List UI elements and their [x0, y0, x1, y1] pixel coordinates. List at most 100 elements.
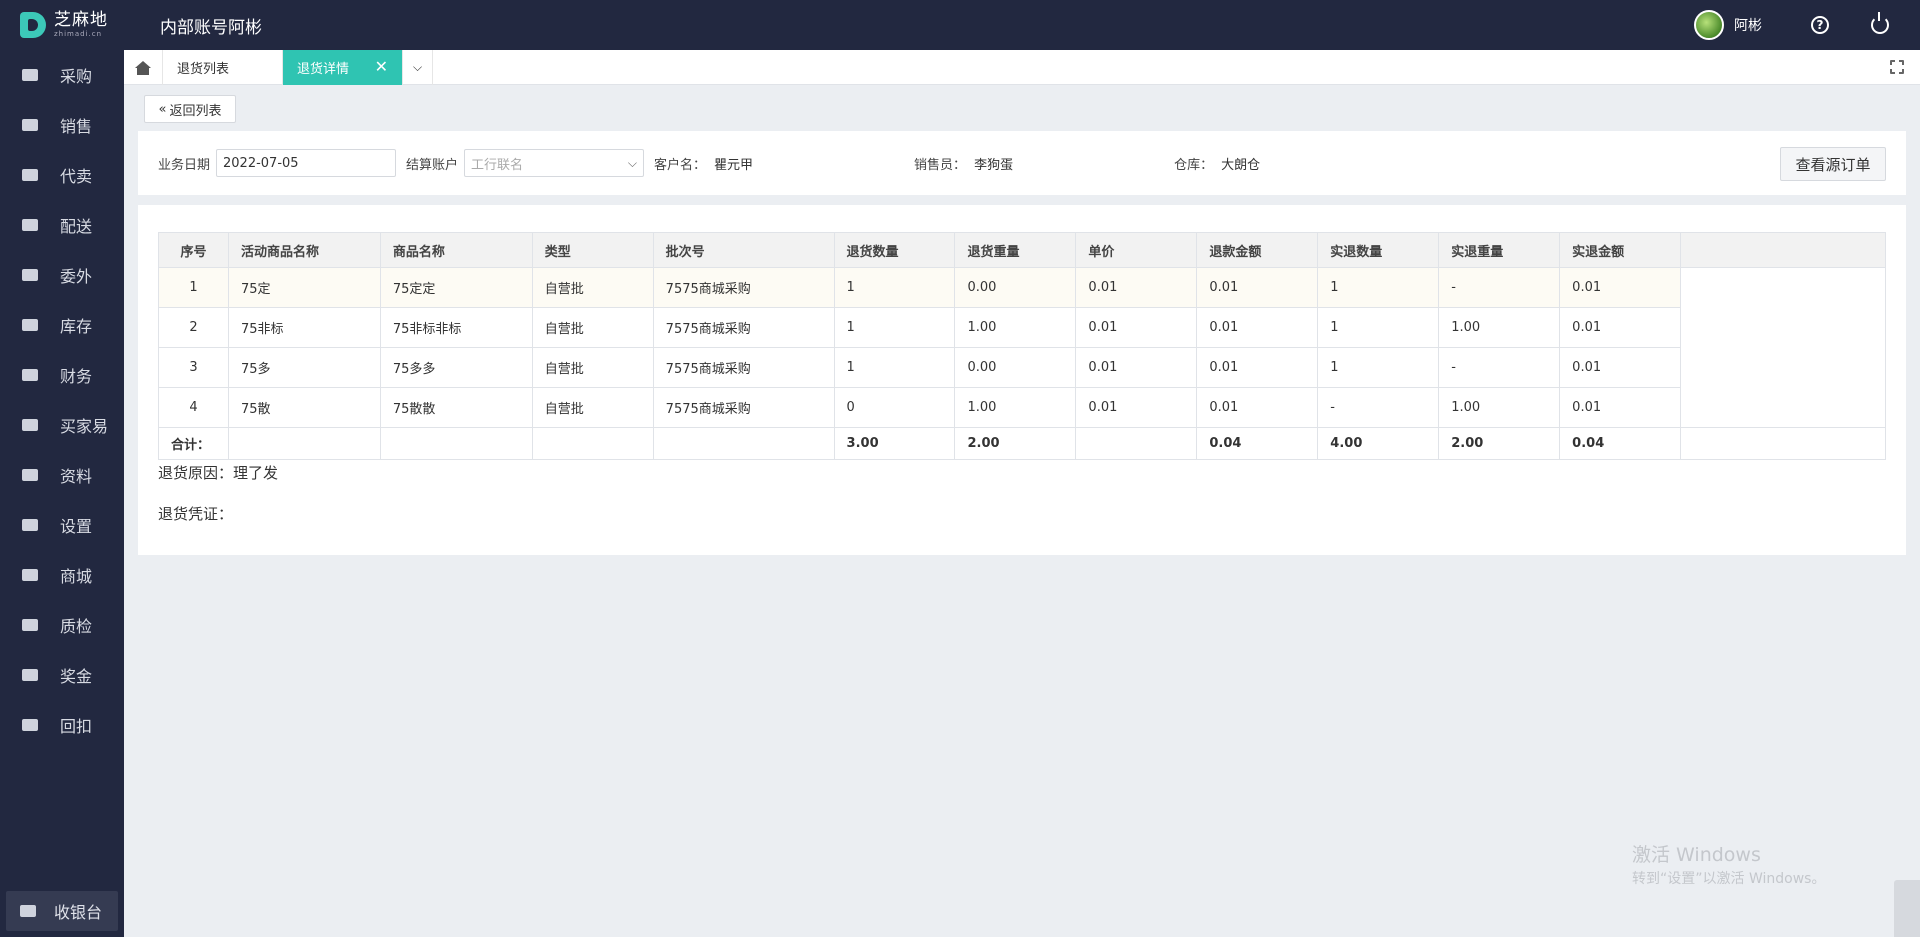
column-header: 类型: [531, 232, 654, 268]
sidebar-item[interactable]: 财务: [0, 350, 124, 400]
table-cell: -: [1438, 347, 1561, 388]
table-total-row: 合计： 3.00 2.00 0.04 4.00 2.00 0.04: [158, 427, 1886, 460]
total-cell: [1075, 427, 1198, 460]
logo-domain: zhimadi.cn: [54, 30, 103, 38]
sidebar-item-label: 质检: [60, 617, 93, 636]
total-cell: 合计：: [158, 427, 229, 460]
sidebar-item-label: 设置: [60, 517, 93, 536]
sidebar-item-label: 采购: [60, 67, 93, 86]
home-icon: [135, 60, 151, 75]
view-source-order-button[interactable]: 查看源订单: [1780, 147, 1886, 181]
cashier-icon: [20, 903, 36, 919]
account-label: 结算账户: [406, 157, 459, 173]
account-select[interactable]: 工行联名 ⌵: [464, 149, 645, 177]
table-cell: 75定: [227, 267, 381, 308]
table-cell: 自营批: [531, 347, 654, 388]
store-icon: [22, 317, 38, 333]
sidebar-item[interactable]: 资料: [0, 450, 124, 500]
table-cell-empty: [1680, 307, 1886, 348]
table-cell: 7575商城采购: [652, 307, 835, 348]
cart-icon: [22, 117, 38, 133]
table-row[interactable]: 4 75散 75散散 自营批 7575商城采购 0 1.00 0.01 0.01-1.00 0.0…: [158, 387, 1886, 428]
tab-return-detail[interactable]: 退货详情 ✕: [283, 49, 403, 85]
windows-activation-hint: 转到“设置”以激活 Windows。: [1632, 871, 1826, 887]
sidebar-item-label: 资料: [60, 467, 93, 486]
power-icon: [1871, 12, 1889, 34]
table-cell: 75散散: [379, 387, 533, 428]
sidebar-item[interactable]: 商城: [0, 550, 124, 600]
help-icon: ?: [1811, 16, 1829, 34]
tab-return-list[interactable]: 退货列表: [163, 49, 283, 85]
column-header-empty: [1680, 232, 1886, 268]
sidebar-item[interactable]: 回扣: [0, 700, 124, 750]
help-button[interactable]: ?: [1800, 0, 1840, 50]
sidebar-item[interactable]: 委外: [0, 250, 124, 300]
sidebar-item[interactable]: 配送: [0, 200, 124, 250]
table-row[interactable]: 2 75非标 75非标非标 自营批 7575商城采购 1 1.00 0.01 0.01 1 1.00…: [158, 307, 1886, 348]
return-items-table: 序号 活动商品名称 商品名称 类型 批次号 退货数量 退货重量 单价 退款金额 实退数量 实退重量实…: [158, 232, 1886, 460]
sidebar-item-label: 商城: [60, 567, 93, 586]
scrollbar-thumb[interactable]: [1894, 880, 1920, 937]
sidebar-item-label: 买家易: [60, 417, 109, 436]
table-cell: 0.01: [1196, 307, 1319, 348]
date-field[interactable]: 2022-07-05: [216, 149, 397, 177]
column-header: 商品名称: [379, 232, 533, 268]
table-cell: 0.01: [1196, 347, 1319, 388]
table-row[interactable]: 1 75定 75定定 自营批 7575商城采购 1 0.00 0.01 0.01 1-0.01: [158, 267, 1886, 308]
total-cell: 3.00: [833, 427, 956, 460]
table-cell: 4: [158, 387, 229, 428]
date-value: 2022-07-05: [223, 155, 299, 171]
table-cell: 自营批: [531, 387, 654, 428]
logo-text: 芝麻地: [54, 10, 108, 30]
username[interactable]: 阿彬: [1734, 15, 1762, 35]
sidebar-item[interactable]: 质检: [0, 600, 124, 650]
column-header: 退货重量: [954, 232, 1077, 268]
order-info-panel: 业务日期 2022-07-05 结算账户 工行联名 ⌵ 客户名： 瞿元甲 销售员…: [138, 131, 1906, 195]
back-to-list-button[interactable]: « 返回列表: [144, 95, 236, 123]
mall-icon: [22, 567, 38, 583]
sidebar-item[interactable]: 奖金: [0, 650, 124, 700]
close-icon[interactable]: ✕: [375, 59, 388, 75]
table-cell: 7575商城采购: [652, 347, 835, 388]
column-header: 序号: [158, 232, 229, 268]
return-voucher: 退货凭证：: [158, 505, 234, 523]
table-cell: 0.01: [1559, 347, 1682, 388]
truck-icon: [22, 217, 38, 233]
sidebar-item[interactable]: 代卖: [0, 150, 124, 200]
top-bar: 芝麻地 zhimadi.cn 内部账号阿彬 阿彬 ?: [0, 0, 1920, 50]
tab-dropdown-button[interactable]: ⌵: [403, 49, 433, 85]
tag-icon: [22, 167, 38, 183]
logo[interactable]: 芝麻地 zhimadi.cn: [0, 0, 124, 50]
column-header: 单价: [1075, 232, 1198, 268]
table-cell: 7575商城采购: [652, 267, 835, 308]
sidebar-item[interactable]: 设置: [0, 500, 124, 550]
fullscreen-icon[interactable]: [1889, 59, 1905, 75]
sidebar-item[interactable]: 买家易: [0, 400, 124, 450]
double-chevron-left-icon: «: [158, 101, 167, 117]
cashier-button[interactable]: 收银台: [6, 891, 118, 931]
sidebar-item[interactable]: 库存: [0, 300, 124, 350]
tab-home[interactable]: [124, 49, 163, 85]
total-cell: [652, 427, 835, 460]
sidebar-item-label: 回扣: [60, 717, 93, 736]
total-cell: 2.00: [954, 427, 1077, 460]
table-row[interactable]: 3 75多 75多多 自营批 7575商城采购 1 0.00 0.01 0.01 1-0.01: [158, 347, 1886, 388]
account-placeholder: 工行联名: [471, 157, 524, 173]
table-cell: 75多多: [379, 347, 533, 388]
customer-value: 瞿元甲: [714, 157, 754, 173]
yen-icon: [22, 367, 38, 383]
table-cell: 0.01: [1559, 387, 1682, 428]
column-header: 退货数量: [833, 232, 956, 268]
sidebar-item-label: 销售: [60, 117, 93, 136]
sidebar-item-label: 财务: [60, 367, 93, 386]
sidebar-item[interactable]: 采购: [0, 50, 124, 100]
avatar[interactable]: [1694, 10, 1724, 40]
shop-icon: [22, 667, 38, 683]
table-cell: 75多: [227, 347, 381, 388]
sidebar-item[interactable]: 销售: [0, 100, 124, 150]
table-cell: 0: [833, 387, 956, 428]
logout-button[interactable]: [1860, 0, 1900, 50]
sidebar-item-label: 奖金: [60, 667, 93, 686]
company-name: 内部账号阿彬: [160, 17, 262, 38]
total-cell: 0.04: [1196, 427, 1319, 460]
